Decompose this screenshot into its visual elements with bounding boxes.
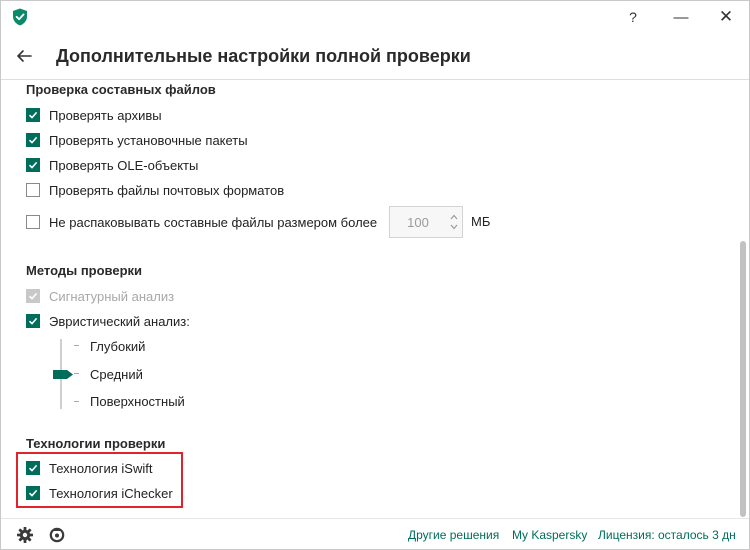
option-label: Проверять OLE-объекты <box>49 157 199 173</box>
back-arrow-icon[interactable] <box>15 47 33 65</box>
level-label-medium[interactable]: Средний <box>90 367 143 382</box>
option-size-limit[interactable]: Не распаковывать составные файлы размеро… <box>26 214 377 230</box>
option-label: Проверять установочные пакеты <box>49 132 248 148</box>
option-signature-analysis: Сигнатурный анализ <box>26 288 174 304</box>
stepper-arrows-icon[interactable] <box>448 212 460 232</box>
level-label-surface[interactable]: Поверхностный <box>90 394 185 409</box>
support-icon[interactable] <box>48 526 66 544</box>
option-label: Проверять архивы <box>49 107 162 123</box>
slider-tick <box>74 373 79 374</box>
slider-tick <box>74 401 79 402</box>
title-bar: ? — ✕ <box>1 1 749 35</box>
minimize-button[interactable]: — <box>667 5 695 29</box>
other-solutions-link[interactable]: Другие решения <box>408 528 499 542</box>
close-button[interactable]: ✕ <box>712 5 740 29</box>
checkbox-heuristic-analysis[interactable] <box>26 314 40 328</box>
scrollbar-thumb[interactable] <box>740 241 746 517</box>
size-limit-stepper[interactable] <box>389 206 463 238</box>
settings-content: Проверка составных файлов Проверять архи… <box>1 80 737 518</box>
level-label-deep[interactable]: Глубокий <box>90 339 145 354</box>
slider-handle-icon[interactable] <box>52 368 74 379</box>
option-label: Сигнатурный анализ <box>49 288 175 304</box>
option-label: Проверять файлы почтовых форматов <box>49 182 285 198</box>
kaspersky-shield-icon <box>12 8 28 26</box>
option-heuristic-analysis[interactable]: Эвристический анализ: <box>26 313 190 329</box>
checkbox-signature-analysis <box>26 289 40 303</box>
page-header: Дополнительные настройки полной проверки <box>1 35 749 79</box>
size-unit-label: МБ <box>471 214 491 229</box>
checkbox-scan-archives[interactable] <box>26 108 40 122</box>
option-scan-archives[interactable]: Проверять архивы <box>26 107 162 123</box>
highlight-box <box>16 452 183 508</box>
license-link[interactable]: Лицензия: осталось 3 дн <box>598 528 736 542</box>
section-title-technologies: Технологии проверки <box>26 436 166 451</box>
checkbox-size-limit[interactable] <box>26 215 40 229</box>
footer: Другие решения My Kaspersky Лицензия: ос… <box>1 519 749 550</box>
slider-tick <box>74 345 79 346</box>
section-title-methods: Методы проверки <box>26 263 143 278</box>
help-button[interactable]: ? <box>619 5 647 29</box>
checkbox-scan-installers[interactable] <box>26 133 40 147</box>
option-label: Не распаковывать составные файлы размеро… <box>49 214 378 230</box>
my-kaspersky-link[interactable]: My Kaspersky <box>512 528 587 542</box>
option-scan-mail[interactable]: Проверять файлы почтовых форматов <box>26 182 284 198</box>
section-title-compound: Проверка составных файлов <box>26 82 216 97</box>
app-window: ? — ✕ Дополнительные настройки полной пр… <box>0 0 750 550</box>
checkbox-scan-mail[interactable] <box>26 183 40 197</box>
gear-icon[interactable] <box>16 526 34 544</box>
option-scan-installers[interactable]: Проверять установочные пакеты <box>26 132 248 148</box>
option-label: Эвристический анализ: <box>49 313 190 329</box>
size-limit-input[interactable] <box>390 207 446 237</box>
checkbox-scan-ole[interactable] <box>26 158 40 172</box>
page-title: Дополнительные настройки полной проверки <box>56 46 471 66</box>
option-scan-ole[interactable]: Проверять OLE-объекты <box>26 157 198 173</box>
